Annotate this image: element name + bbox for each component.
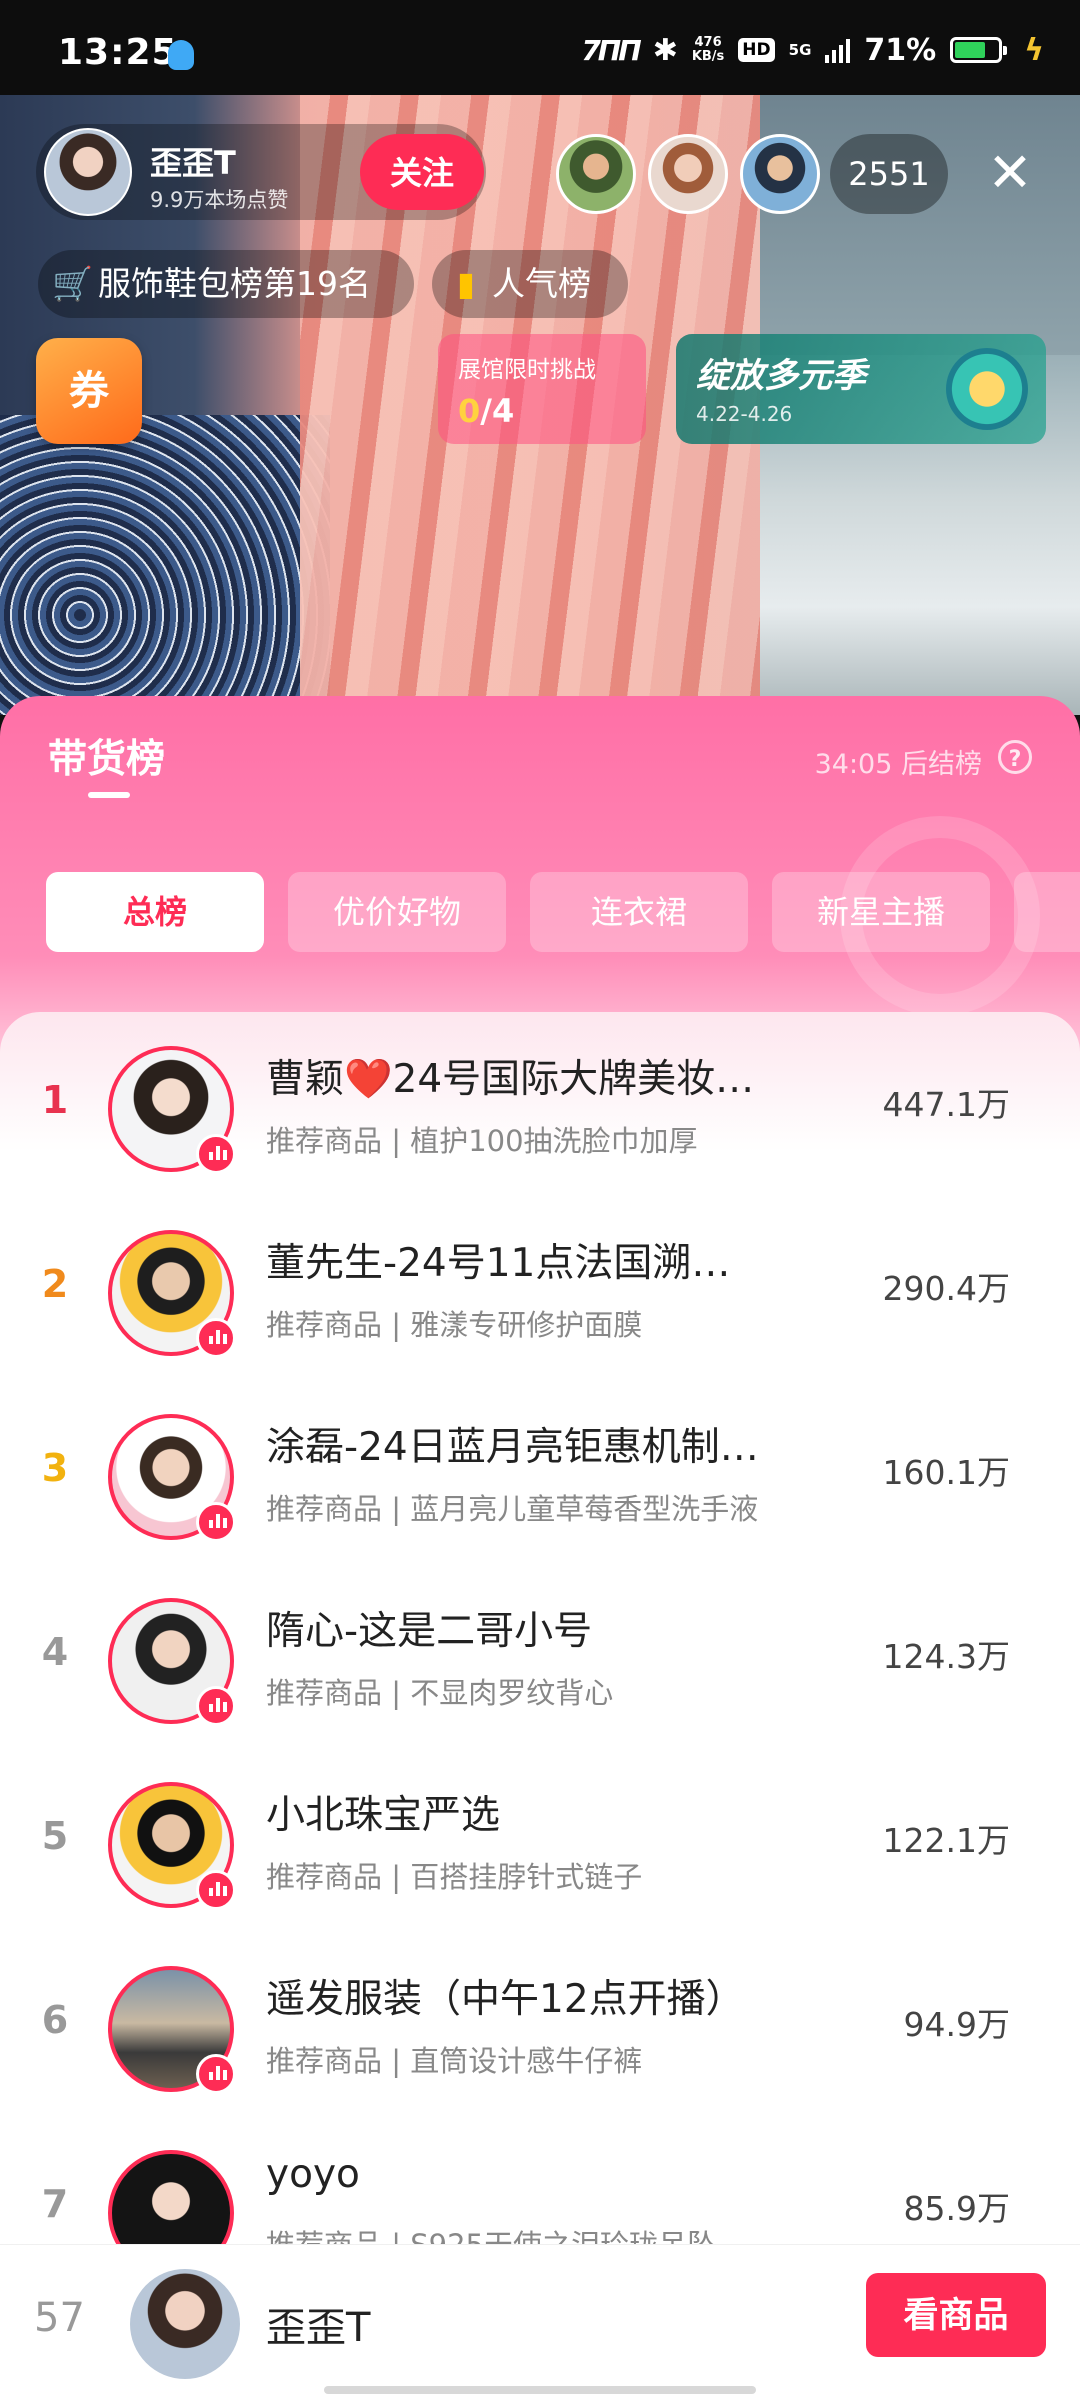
recommended-product: 推荐商品 | 植护100抽洗脸巾加厚	[266, 1124, 698, 1158]
qq-notification-icon	[168, 40, 194, 70]
list-item[interactable]: 4 隋心-这是二哥小号 推荐商品 | 不显肉罗纹背心 124.3万	[0, 1564, 1080, 1748]
sales-value: 122.1万	[882, 1821, 1010, 1860]
sales-value: 85.9万	[903, 2189, 1010, 2228]
status-bar: 13:25 7ΠΠ ✱ 476 KB/s HD 5G 71% ϟ	[0, 0, 1080, 95]
viewer-avatar[interactable]	[556, 134, 636, 214]
close-icon[interactable]: ✕	[980, 144, 1040, 204]
streamer-name: 隋心-这是二哥小号	[266, 1609, 593, 1654]
live-indicator-icon	[196, 1502, 236, 1542]
live-indicator-icon	[196, 1686, 236, 1726]
sales-value: 447.1万	[882, 1085, 1010, 1124]
season-dates: 4.22-4.26	[696, 402, 793, 426]
live-indicator-icon	[196, 1870, 236, 1910]
season-badge-icon	[946, 348, 1028, 430]
host-likes: 9.9万本场点赞	[150, 188, 289, 212]
recommended-product: 推荐商品 | 百搭挂脖针式链子	[266, 1860, 643, 1894]
exhibition-challenge[interactable]: 展馆限时挑战 0/4	[438, 334, 646, 444]
status-icons: 7ΠΠ ✱ 476 KB/s HD 5G 71% ϟ	[581, 30, 1044, 70]
cart-icon: 🛒	[52, 264, 94, 303]
recommended-product: 推荐商品 | 雅漾专研修护面膜	[266, 1308, 643, 1342]
leaderboard-tabs: 总榜 优价好物 连衣裙 新星主播 互	[46, 872, 1080, 954]
signal-icon	[825, 37, 851, 63]
battery-percent: 71%	[864, 32, 937, 68]
rank-number: 2	[41, 1262, 69, 1306]
hd-icon: HD	[738, 38, 775, 62]
sales-value: 290.4万	[882, 1269, 1010, 1308]
list-item[interactable]: 1 曹颖❤️24号国际大牌美妆… 推荐商品 | 植护100抽洗脸巾加厚 447.…	[0, 1012, 1080, 1196]
status-time: 13:25	[58, 32, 178, 73]
streamer-name: 小北珠宝严选	[266, 1793, 501, 1838]
my-avatar[interactable]	[130, 2269, 240, 2379]
list-item[interactable]: 3 涂磊-24日蓝月亮钜惠机制… 推荐商品 | 蓝月亮儿童草莓香型洗手液 160…	[0, 1380, 1080, 1564]
challenge-title: 展馆限时挑战	[458, 357, 596, 383]
bar-chart-icon: ▮	[456, 264, 476, 303]
tab-overall[interactable]: 总榜	[46, 872, 264, 952]
battery-icon	[950, 37, 1008, 63]
recommended-product: 推荐商品 | 直筒设计感牛仔裤	[266, 2044, 643, 2078]
recommended-product: 推荐商品 | 蓝月亮儿童草莓香型洗手液	[266, 1492, 759, 1526]
help-icon[interactable]: ?	[998, 740, 1032, 774]
streamer-name: yoyo	[266, 2152, 360, 2197]
category-rank-label: 服饰鞋包榜第19名	[98, 264, 371, 303]
tab-more[interactable]: 互	[1014, 872, 1080, 952]
leaderboard-list[interactable]: 1 曹颖❤️24号国际大牌美妆… 推荐商品 | 植护100抽洗脸巾加厚 447.…	[0, 1012, 1080, 2400]
streamer-name: 遥发服装（中午12点开播）	[266, 1977, 745, 2022]
live-indicator-icon	[196, 2054, 236, 2094]
list-item[interactable]: 2 董先生-24号11点法国溯… 推荐商品 | 雅漾专研修护面膜 290.4万	[0, 1196, 1080, 1380]
sales-leaderboard-sheet: 带货榜 34:05 后结榜 ? 总榜 优价好物 连衣裙 新星主播 互 1 曹颖❤…	[0, 696, 1080, 2400]
streamer-name: 涂磊-24日蓝月亮钜惠机制…	[266, 1425, 759, 1470]
season-banner[interactable]: 绽放多元季 4.22-4.26	[676, 334, 1046, 444]
list-item[interactable]: 6 遥发服装（中午12点开播） 推荐商品 | 直筒设计感牛仔裤 94.9万	[0, 1932, 1080, 2116]
host-name: 歪歪T	[150, 144, 236, 182]
tab-dresses[interactable]: 连衣裙	[530, 872, 748, 952]
sales-value: 124.3万	[882, 1637, 1010, 1676]
rank-number: 1	[41, 1078, 69, 1122]
sales-value: 160.1万	[882, 1453, 1010, 1492]
video-table	[0, 415, 330, 715]
viewer-count[interactable]: 2551	[830, 134, 948, 214]
rank-number: 3	[41, 1446, 69, 1490]
rank-number: 5	[41, 1814, 69, 1858]
live-indicator-icon	[196, 1134, 236, 1174]
popularity-tag[interactable]: ▮ 人气榜	[432, 250, 628, 318]
bluetooth-icon: ✱	[652, 32, 678, 68]
popularity-label: 人气榜	[492, 264, 591, 303]
coupon-button[interactable]: 券	[36, 338, 142, 444]
season-title: 绽放多元季	[696, 356, 866, 396]
tab-new-stars[interactable]: 新星主播	[772, 872, 990, 952]
my-name: 歪歪T	[266, 2305, 371, 2351]
streamer-name: 曹颖❤️24号国际大牌美妆…	[266, 1057, 755, 1102]
streamer-name: 董先生-24号11点法国溯…	[266, 1241, 731, 1286]
leaderboard-title[interactable]: 带货榜	[48, 728, 165, 784]
category-rank-tag[interactable]: 🛒 服饰鞋包榜第19名	[38, 250, 414, 318]
my-rank-bar: 57 歪歪T 看商品	[0, 2244, 1080, 2401]
challenge-progress: 0/4	[458, 392, 515, 430]
charging-icon: ϟ	[1024, 32, 1044, 68]
tab-value-goods[interactable]: 优价好物	[288, 872, 506, 952]
recommended-product: 推荐商品 | 不显肉罗纹背心	[266, 1676, 614, 1710]
rank-number: 7	[41, 2182, 69, 2226]
carrier-icon: 7ΠΠ	[581, 33, 641, 67]
view-products-button[interactable]: 看商品	[866, 2273, 1046, 2357]
viewer-avatar[interactable]	[740, 134, 820, 214]
my-rank-number: 57	[34, 2295, 85, 2341]
list-item[interactable]: 5 小北珠宝严选 推荐商品 | 百搭挂脖针式链子 122.1万	[0, 1748, 1080, 1932]
rank-number: 4	[41, 1630, 69, 1674]
follow-button[interactable]: 关注	[360, 134, 484, 210]
video-sea	[760, 95, 1080, 355]
countdown-text: 34:05 后结榜	[814, 749, 982, 780]
title-underline	[88, 792, 130, 798]
live-indicator-icon	[196, 1318, 236, 1358]
rank-number: 6	[41, 1998, 69, 2042]
home-indicator[interactable]	[324, 2386, 756, 2394]
viewer-avatar[interactable]	[648, 134, 728, 214]
host-avatar[interactable]	[44, 128, 132, 216]
network-speed: 476 KB/s	[691, 35, 725, 64]
5g-icon: 5G	[788, 41, 812, 59]
sales-value: 94.9万	[903, 2005, 1010, 2044]
